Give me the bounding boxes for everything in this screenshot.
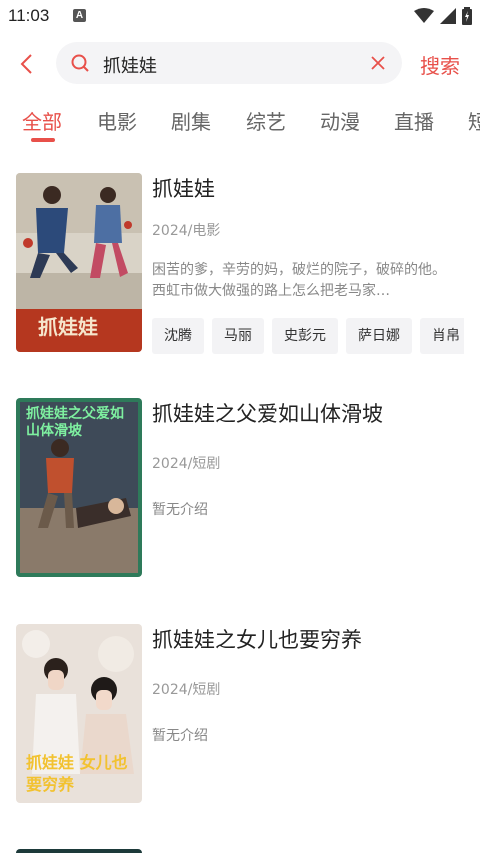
active-tab-indicator — [31, 138, 55, 142]
poster-image[interactable]: 抓娃娃之父爱如山体滑坡 — [16, 398, 142, 577]
poster-image[interactable] — [16, 849, 142, 853]
status-time: 11:03 — [8, 6, 50, 25]
poster-image[interactable]: 抓娃娃 — [16, 173, 142, 352]
cast-chip[interactable]: 萨日娜 — [346, 318, 412, 354]
clear-icon[interactable] — [368, 53, 388, 73]
tab-short[interactable]: 短 — [468, 106, 480, 135]
result-item[interactable]: 抓娃娃 女儿也要穷养 抓娃娃之女儿也要穷养 2024/短剧 暂无介绍 — [0, 624, 480, 804]
search-input[interactable]: 抓娃娃 — [56, 42, 402, 84]
tab-variety[interactable]: 综艺 — [246, 106, 286, 135]
battery-icon — [462, 7, 472, 25]
category-tabs: 全部 电影 剧集 综艺 动漫 直播 短 — [0, 100, 480, 150]
cast-list: 沈腾 马丽 史彭元 萨日娜 肖帛 — [152, 318, 464, 354]
search-query-text[interactable]: 抓娃娃 — [103, 52, 157, 78]
cast-chip[interactable]: 马丽 — [212, 318, 264, 354]
poster-caption: 抓娃娃 女儿也要穷养 — [26, 753, 128, 794]
tab-all[interactable]: 全部 — [22, 106, 62, 135]
notification-a-icon: A — [73, 9, 86, 22]
search-button[interactable]: 搜索 — [420, 50, 460, 79]
back-arrow-icon[interactable] — [14, 50, 42, 78]
tab-live[interactable]: 直播 — [394, 106, 434, 135]
poster-image[interactable]: 抓娃娃 女儿也要穷养 — [16, 624, 142, 803]
result-title[interactable]: 抓娃娃 — [152, 173, 215, 203]
tab-series[interactable]: 剧集 — [171, 106, 211, 135]
result-title[interactable]: 抓娃娃之父爱如山体滑坡 — [152, 398, 383, 428]
status-icons — [414, 6, 472, 26]
result-description: 困苦的爹，辛劳的妈，破烂的院子，破碎的他。西虹市做大做强的路上怎么把老马家… — [152, 262, 446, 299]
result-meta: 2024/短剧 — [152, 682, 221, 698]
result-description: 暂无介绍 — [152, 502, 208, 518]
status-bar: 11:03 A — [0, 0, 480, 32]
result-item[interactable]: 抓娃娃之父爱如山体滑坡 抓娃娃之父爱如山体滑坡 2024/短剧 暂无介绍 — [0, 398, 480, 578]
poster-caption: 抓娃娃 — [38, 315, 98, 339]
cast-chip[interactable]: 史彭元 — [272, 318, 338, 354]
search-bar-row: 抓娃娃 搜索 — [0, 40, 480, 88]
cast-chip[interactable]: 肖帛 — [420, 318, 464, 354]
poster-caption: 抓娃娃之父爱如山体滑坡 — [26, 406, 124, 439]
cast-chip[interactable]: 沈腾 — [152, 318, 204, 354]
result-item[interactable]: 抓娃娃 抓娃娃 2024/电影 困苦的爹，辛劳的妈，破烂的院子，破碎的他。西虹市… — [0, 173, 480, 354]
wifi-icon — [414, 8, 434, 23]
tab-movie[interactable]: 电影 — [97, 106, 137, 135]
result-description: 暂无介绍 — [152, 728, 208, 744]
search-icon — [71, 54, 89, 72]
result-meta: 2024/电影 — [152, 223, 221, 239]
result-meta: 2024/短剧 — [152, 456, 221, 472]
tab-anime[interactable]: 动漫 — [320, 106, 360, 135]
result-title[interactable]: 抓娃娃之女儿也要穷养 — [152, 624, 362, 654]
signal-icon — [440, 8, 456, 24]
